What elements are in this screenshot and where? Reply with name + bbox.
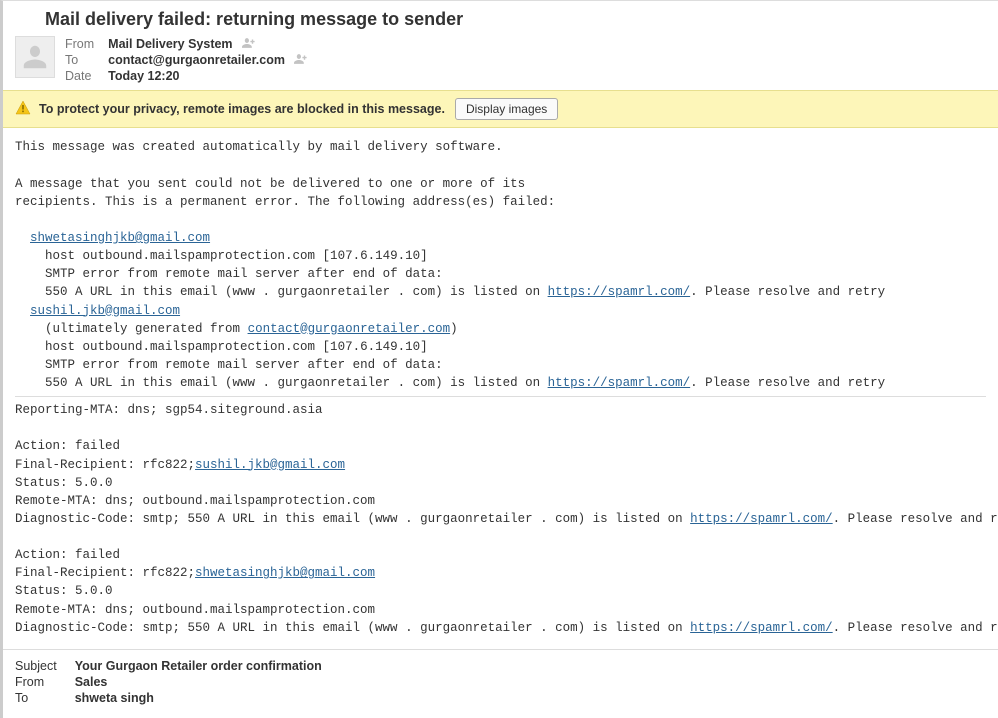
to-value: contact@gurgaonretailer.com (108, 52, 308, 68)
display-images-button[interactable]: Display images (455, 98, 558, 120)
final-recipient-link[interactable]: sushil.jkb@gmail.com (195, 458, 345, 472)
date-label: Date (65, 68, 108, 84)
avatar (15, 36, 55, 78)
privacy-message: To protect your privacy, remote images a… (39, 102, 445, 116)
spamrl-link[interactable]: https://spamrl.com/ (548, 285, 691, 299)
to-label: To (65, 52, 108, 68)
attached-message-header: Subject Your Gurgaon Retailer order conf… (3, 654, 998, 718)
date-value: Today 12:20 (108, 68, 308, 84)
spamrl-link[interactable]: https://spamrl.com/ (690, 512, 833, 526)
final-recipient-link[interactable]: shwetasinghjkb@gmail.com (195, 566, 375, 580)
from-label: From (65, 36, 108, 52)
separator (15, 396, 986, 397)
spamrl-link[interactable]: https://spamrl.com/ (690, 621, 833, 635)
from-value: Mail Delivery System (108, 36, 308, 52)
user-icon (20, 42, 50, 72)
add-contact-icon[interactable] (242, 37, 256, 52)
message-header: Mail delivery failed: returning message … (3, 1, 998, 90)
attach-to-value: shweta singh (75, 690, 322, 706)
mail-view: Mail delivery failed: returning message … (0, 0, 998, 718)
spamrl-link[interactable]: https://spamrl.com/ (548, 376, 691, 390)
warning-icon (15, 100, 31, 119)
failed-recipient-link[interactable]: sushil.jkb@gmail.com (30, 304, 180, 318)
attach-to-label: To (15, 690, 75, 706)
subject-title: Mail delivery failed: returning message … (45, 9, 986, 30)
attach-from-label: From (15, 674, 75, 690)
attach-from-value: Sales (75, 674, 322, 690)
privacy-bar: To protect your privacy, remote images a… (3, 90, 998, 128)
message-body: This message was created automatically b… (3, 128, 998, 644)
add-contact-icon[interactable] (294, 53, 308, 68)
separator (3, 649, 998, 650)
attach-subject-label: Subject (15, 658, 75, 674)
attach-subject-value: Your Gurgaon Retailer order confirmation (75, 658, 322, 674)
header-meta: From Mail Delivery System To contact@gur… (65, 36, 308, 84)
generated-from-link[interactable]: contact@gurgaonretailer.com (248, 322, 451, 336)
failed-recipient-link[interactable]: shwetasinghjkb@gmail.com (30, 231, 210, 245)
